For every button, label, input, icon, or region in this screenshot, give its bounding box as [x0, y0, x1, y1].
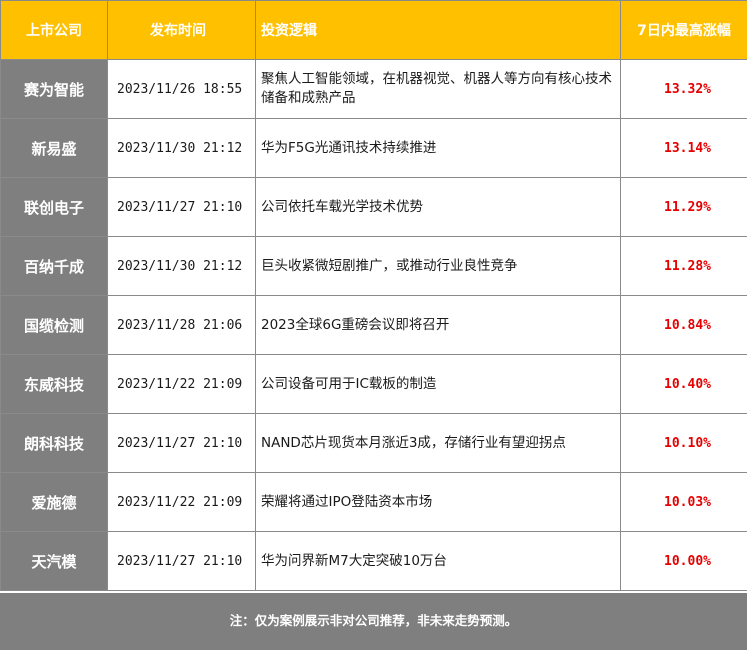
max-gain: 11.29%	[620, 177, 747, 237]
table-row: 新易盛 2023/11/30 21:12 华为F5G光通讯技术持续推进 13.1…	[0, 118, 747, 178]
stock-table: 上市公司 发布时间 投资逻辑 7日内最高涨幅 赛为智能 2023/11/26 1…	[0, 0, 747, 591]
header-logic: 投资逻辑	[255, 0, 621, 60]
publish-time: 2023/11/28 21:06	[107, 295, 256, 355]
company-name: 新易盛	[0, 118, 108, 178]
publish-time: 2023/11/22 21:09	[107, 354, 256, 414]
max-gain: 13.32%	[620, 59, 747, 119]
header-company: 上市公司	[0, 0, 108, 60]
company-name: 赛为智能	[0, 59, 108, 119]
table-row: 国缆检测 2023/11/28 21:06 2023全球6G重磅会议即将召开 1…	[0, 295, 747, 355]
max-gain: 13.14%	[620, 118, 747, 178]
publish-time: 2023/11/22 21:09	[107, 472, 256, 532]
header-time: 发布时间	[107, 0, 256, 60]
investment-logic: 荣耀将通过IPO登陆资本市场	[255, 472, 621, 532]
publish-time: 2023/11/27 21:10	[107, 413, 256, 473]
table-row: 赛为智能 2023/11/26 18:55 聚焦人工智能领域，在机器视觉、机器人…	[0, 59, 747, 119]
publish-time: 2023/11/27 21:10	[107, 531, 256, 591]
max-gain: 10.00%	[620, 531, 747, 591]
table-row: 东威科技 2023/11/22 21:09 公司设备可用于IC载板的制造 10.…	[0, 354, 747, 414]
investment-logic: 聚焦人工智能领域，在机器视觉、机器人等方向有核心技术储备和成熟产品	[255, 59, 621, 119]
table-row: 天汽模 2023/11/27 21:10 华为问界新M7大定突破10万台 10.…	[0, 531, 747, 591]
table-row: 朗科科技 2023/11/27 21:10 NAND芯片现货本月涨近3成，存储行…	[0, 413, 747, 473]
table-row: 百纳千成 2023/11/30 21:12 巨头收紧微短剧推广，或推动行业良性竞…	[0, 236, 747, 296]
company-name: 天汽模	[0, 531, 108, 591]
company-name: 联创电子	[0, 177, 108, 237]
company-name: 朗科科技	[0, 413, 108, 473]
publish-time: 2023/11/30 21:12	[107, 236, 256, 296]
company-name: 国缆检测	[0, 295, 108, 355]
header-row: 上市公司 发布时间 投资逻辑 7日内最高涨幅	[0, 0, 747, 60]
max-gain: 10.84%	[620, 295, 747, 355]
table-row: 爱施德 2023/11/22 21:09 荣耀将通过IPO登陆资本市场 10.0…	[0, 472, 747, 532]
investment-logic: 华为F5G光通讯技术持续推进	[255, 118, 621, 178]
table-row: 联创电子 2023/11/27 21:10 公司依托车载光学技术优势 11.29…	[0, 177, 747, 237]
publish-time: 2023/11/30 21:12	[107, 118, 256, 178]
max-gain: 11.28%	[620, 236, 747, 296]
company-name: 爱施德	[0, 472, 108, 532]
publish-time: 2023/11/27 21:10	[107, 177, 256, 237]
max-gain: 10.10%	[620, 413, 747, 473]
header-gain: 7日内最高涨幅	[620, 0, 747, 60]
investment-logic: 巨头收紧微短剧推广，或推动行业良性竞争	[255, 236, 621, 296]
investment-logic: 公司依托车载光学技术优势	[255, 177, 621, 237]
company-name: 东威科技	[0, 354, 108, 414]
investment-logic: 2023全球6G重磅会议即将召开	[255, 295, 621, 355]
company-name: 百纳千成	[0, 236, 108, 296]
investment-logic: 华为问界新M7大定突破10万台	[255, 531, 621, 591]
disclaimer-footer: 注：仅为案例展示非对公司推荐，非未来走势预测。	[0, 593, 747, 650]
max-gain: 10.40%	[620, 354, 747, 414]
investment-logic: 公司设备可用于IC载板的制造	[255, 354, 621, 414]
max-gain: 10.03%	[620, 472, 747, 532]
investment-logic: NAND芯片现货本月涨近3成，存储行业有望迎拐点	[255, 413, 621, 473]
publish-time: 2023/11/26 18:55	[107, 59, 256, 119]
